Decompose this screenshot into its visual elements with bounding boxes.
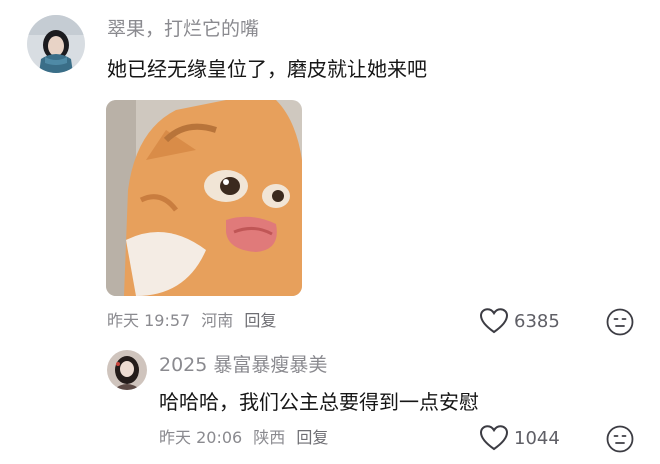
meh-face-icon (606, 425, 634, 453)
comment-username[interactable]: 2025 暴富暴瘦暴美 (159, 353, 327, 377)
reply-button[interactable]: 回复 (296, 428, 328, 447)
avatar[interactable] (107, 350, 147, 390)
avatar[interactable] (27, 15, 85, 73)
comment-text: 哈哈哈，我们公主总要得到一点安慰 (159, 390, 479, 414)
comment-meta: 昨天 19:57 河南 回复 (107, 311, 282, 331)
cat-pout-sticker[interactable] (106, 100, 302, 296)
like-count: 6385 (514, 310, 560, 332)
comment-time: 昨天 20:06 (159, 428, 243, 447)
emoji-reaction-button[interactable] (606, 308, 634, 340)
comment-meta: 昨天 20:06 陕西 回复 (159, 428, 334, 448)
heart-icon (480, 425, 508, 451)
comment-text: 她已经无缘皇位了，磨皮就让她来吧 (107, 57, 427, 81)
like-button[interactable]: 1044 (480, 424, 560, 452)
comment-location: 陕西 (253, 428, 286, 447)
heart-icon (480, 308, 508, 334)
reply-button[interactable]: 回复 (244, 311, 276, 330)
comment-username[interactable]: 翠果，打烂它的嘴 (107, 17, 259, 41)
comment-location: 河南 (201, 311, 234, 330)
meh-face-icon (606, 308, 634, 336)
like-count: 1044 (514, 427, 560, 449)
emoji-reaction-button[interactable] (606, 425, 634, 457)
like-button[interactable]: 6385 (480, 307, 560, 335)
comment-time: 昨天 19:57 (107, 311, 191, 330)
